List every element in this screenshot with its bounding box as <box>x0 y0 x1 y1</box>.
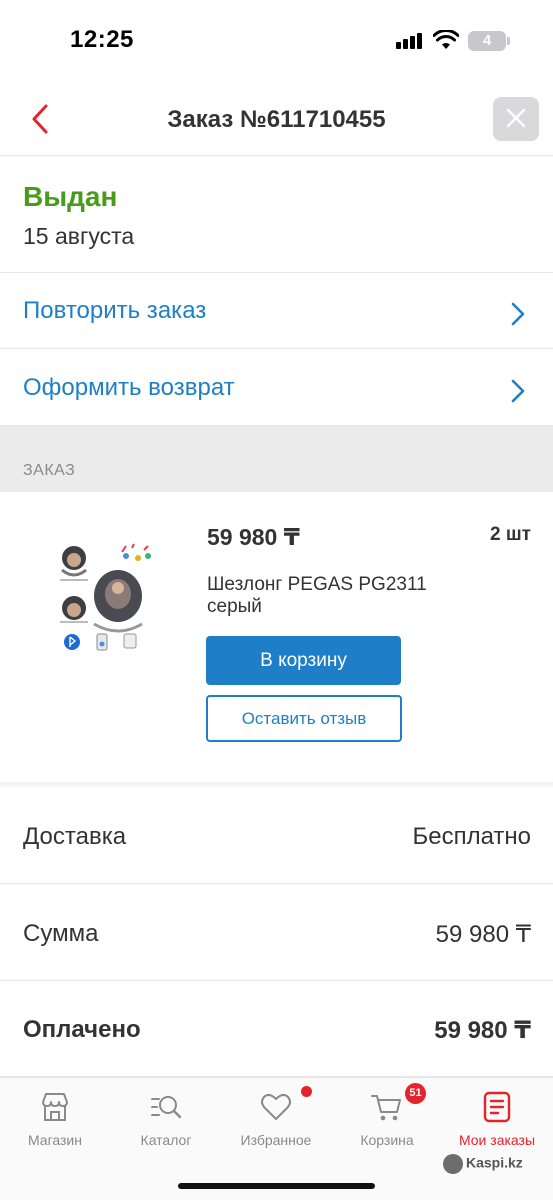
tab-cart-label: Корзина <box>360 1132 414 1148</box>
tab-my-orders[interactable]: Мои заказы <box>442 1090 552 1154</box>
watermark-text: Kaspi.kz <box>466 1154 523 1171</box>
orders-icon <box>483 1091 511 1123</box>
cart-count-badge: 51 <box>405 1083 426 1104</box>
tab-cart[interactable]: Корзина <box>332 1090 442 1154</box>
tab-store[interactable]: Магазин <box>0 1090 110 1154</box>
chevron-right-icon <box>511 379 525 403</box>
return-order-label: Оформить возврат <box>23 374 235 401</box>
cart-icon <box>371 1095 401 1121</box>
tab-bar: Магазин Каталог Избранное Корзина Мои за… <box>0 1077 553 1200</box>
order-section-header: ЗАКАЗ <box>0 426 553 492</box>
status-time: 12:25 <box>70 26 134 53</box>
favorites-dot-badge <box>301 1086 312 1097</box>
tab-store-label: Магазин <box>27 1132 82 1148</box>
heart-icon <box>261 1093 291 1120</box>
tab-favorites-label: Избранное <box>240 1132 312 1148</box>
repeat-order-label: Повторить заказ <box>23 297 207 324</box>
product-price: 59 980 ₸ <box>207 524 300 550</box>
delivery-value: Бесплатно <box>412 823 531 850</box>
total-row: Сумма 59 980 ₸ <box>0 885 553 981</box>
delivery-row: Доставка Бесплатно <box>0 788 553 884</box>
total-label: Сумма <box>23 920 99 947</box>
chevron-right-icon <box>511 302 525 326</box>
product-name[interactable]: Шезлонг PEGAS PG2311 серый <box>207 574 457 618</box>
section-title: ЗАКАЗ <box>23 462 76 479</box>
battery-icon: 4 <box>468 31 506 51</box>
delivery-label: Доставка <box>23 823 127 850</box>
catalog-search-icon <box>151 1096 182 1119</box>
tab-my-orders-label: Мои заказы <box>458 1132 536 1148</box>
watermark: Kaspi.kz <box>443 1154 523 1174</box>
total-value: 59 980 ₸ <box>435 921 531 948</box>
status-bar: 12:25 4 <box>0 0 553 80</box>
close-button[interactable] <box>493 97 539 141</box>
wifi-icon <box>433 30 459 49</box>
return-order-row[interactable]: Оформить возврат <box>0 350 553 426</box>
store-icon <box>42 1093 68 1121</box>
paid-row: Оплачено 59 980 ₸ <box>0 981 553 1077</box>
leave-review-button[interactable]: Оставить отзыв <box>206 695 402 742</box>
order-status-block: Выдан 15 августа <box>0 157 553 273</box>
close-icon <box>506 108 526 128</box>
cellular-signal-icon <box>396 33 424 49</box>
repeat-order-row[interactable]: Повторить заказ <box>0 273 553 349</box>
tab-catalog-label: Каталог <box>140 1132 192 1148</box>
order-status-date: 15 августа <box>23 223 135 249</box>
paid-label: Оплачено <box>23 1016 141 1043</box>
product-image[interactable] <box>52 536 162 656</box>
home-indicator <box>178 1183 375 1189</box>
tab-favorites[interactable]: Избранное <box>221 1090 331 1154</box>
add-to-cart-button[interactable]: В корзину <box>206 636 401 685</box>
tab-catalog[interactable]: Каталог <box>111 1090 221 1154</box>
page-title: Заказ №611710455 <box>167 106 386 133</box>
header: Заказ №611710455 <box>0 80 553 156</box>
order-status-label: Выдан <box>23 181 118 212</box>
product-quantity: 2 шт <box>490 524 531 545</box>
paid-value: 59 980 ₸ <box>434 1017 531 1044</box>
product-card: 59 980 ₸ 2 шт Шезлонг PEGAS PG2311 серый… <box>0 492 553 784</box>
battery-tip <box>507 37 510 45</box>
kaspi-logo-icon <box>443 1154 463 1174</box>
